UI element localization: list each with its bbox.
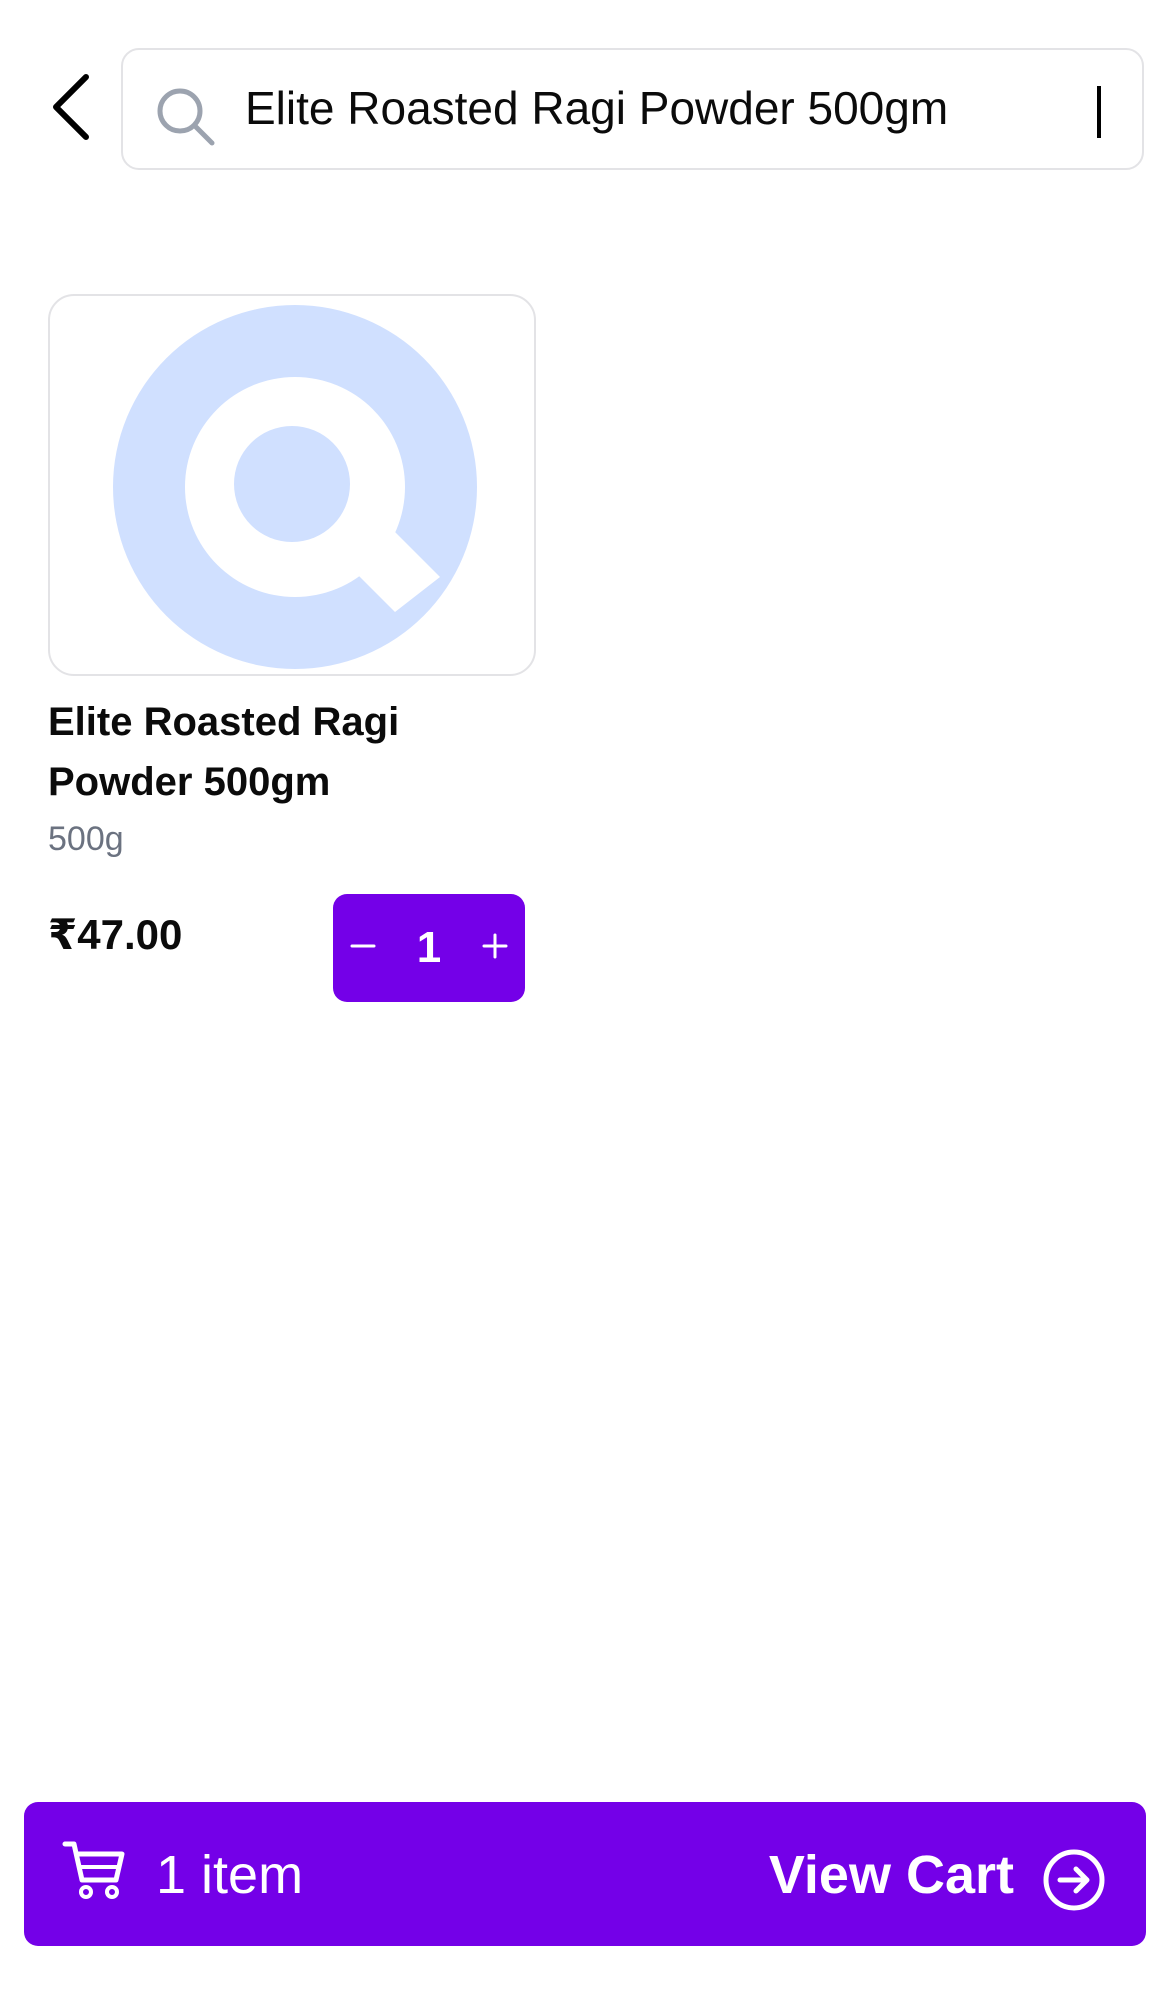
chevron-left-icon	[48, 71, 92, 148]
product-price: ₹47.00	[48, 911, 183, 958]
quantity-value: 1	[416, 923, 442, 972]
product-name: Elite Roasted Ragi Powder 500gm	[48, 700, 400, 804]
search-bar[interactable]	[121, 48, 1144, 170]
text-caret	[1097, 86, 1101, 138]
product-card[interactable]: Elite Roasted Ragi Powder 500gm 500g ₹47…	[48, 294, 538, 1009]
plus-icon	[482, 933, 508, 964]
quantity-stepper: 1	[333, 894, 525, 1002]
product-weight: 500g	[48, 820, 124, 858]
cart-icon	[62, 1838, 128, 1909]
decrement-button[interactable]	[333, 894, 393, 1002]
image-placeholder-icon	[113, 305, 477, 669]
arrow-right-circle-icon	[1042, 1848, 1106, 1917]
increment-button[interactable]	[465, 894, 525, 1002]
view-cart-bar[interactable]: 1 item View Cart	[24, 1802, 1146, 1946]
back-button[interactable]	[40, 70, 100, 148]
view-cart-label: View Cart	[768, 1845, 1014, 1905]
minus-icon	[350, 933, 376, 964]
search-input[interactable]	[245, 68, 1115, 148]
cart-item-count: 1 item	[156, 1845, 304, 1905]
product-image[interactable]	[48, 294, 536, 676]
search-icon	[153, 84, 217, 148]
